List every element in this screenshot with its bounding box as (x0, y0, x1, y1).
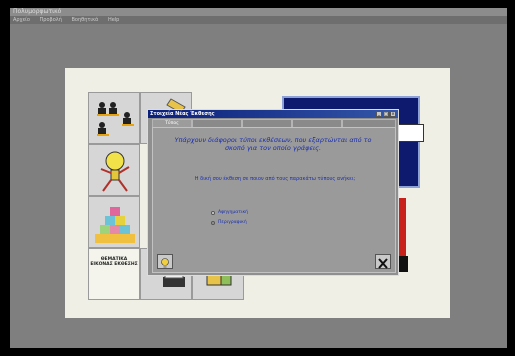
window-title: Πολυμορφωτικό (10, 8, 507, 16)
close-x-icon (378, 258, 388, 269)
app-screen: Πολυμορφωτικό Αρχείο Προβολή Βοηθητικά H… (10, 8, 507, 348)
tab-3[interactable] (242, 119, 292, 127)
option-narrative-label: Αφηγηματική (218, 210, 248, 215)
tab-5[interactable] (342, 119, 396, 127)
menu-bar: Αρχείο Προβολή Βοηθητικά Help (10, 16, 507, 24)
tab-type[interactable]: Τύπος (152, 119, 192, 127)
lightbulb-mascot-icon (100, 151, 130, 192)
close-dialog-button[interactable] (375, 254, 391, 269)
menu-item-view[interactable]: Προβολή (40, 17, 62, 23)
theme-tile[interactable]: ΘΕΜΑΤΙΚΑ ΕΙΚΟΝΑΣ ΕΚΘΕΣΗΣ (88, 248, 140, 300)
people-tile[interactable] (88, 92, 140, 144)
menu-item-help[interactable]: Help (108, 17, 119, 23)
menu-item-file[interactable]: Αρχείο (13, 17, 30, 23)
close-button[interactable]: × (390, 111, 396, 117)
tab-2[interactable] (192, 119, 242, 127)
dialog-panel: Υπάρχουν διάφοροι τύποι εκθέσεων, που εξ… (152, 127, 396, 273)
maximize-button[interactable]: □ (383, 111, 389, 117)
option-descriptive[interactable]: Περιγραφική (211, 220, 247, 226)
people-icon (97, 102, 134, 136)
option-narrative[interactable]: Αφηγηματική (211, 210, 248, 216)
window-controls: _ □ × (376, 111, 396, 117)
dialog-tabs: Τύπος (152, 119, 396, 127)
minimize-button[interactable]: _ (376, 111, 382, 117)
radio-descriptive[interactable] (211, 221, 215, 225)
radio-narrative[interactable] (211, 211, 215, 215)
help-lightbulb-icon (161, 258, 169, 268)
option-descriptive-label: Περιγραφική (218, 220, 247, 225)
menu-item-tools[interactable]: Βοηθητικά (72, 17, 99, 23)
mascot-tile[interactable] (88, 144, 140, 196)
dialog-heading: Υπάρχουν διάφοροι τύποι εκθέσεων, που εξ… (174, 136, 372, 152)
help-button[interactable] (157, 254, 173, 269)
dialog-question: Η δική σου έκθεση σε ποιον από τους παρα… (194, 176, 356, 182)
new-essay-dialog: Στοιχεία Νέας Έκθεσης _ □ × Τύπος Υπάρχο… (147, 109, 399, 276)
stacked-blocks-icon (95, 207, 135, 243)
tab-4[interactable] (292, 119, 342, 127)
dialog-title: Στοιχεία Νέας Έκθεσης (148, 110, 398, 118)
blocks-tile[interactable] (88, 196, 140, 248)
